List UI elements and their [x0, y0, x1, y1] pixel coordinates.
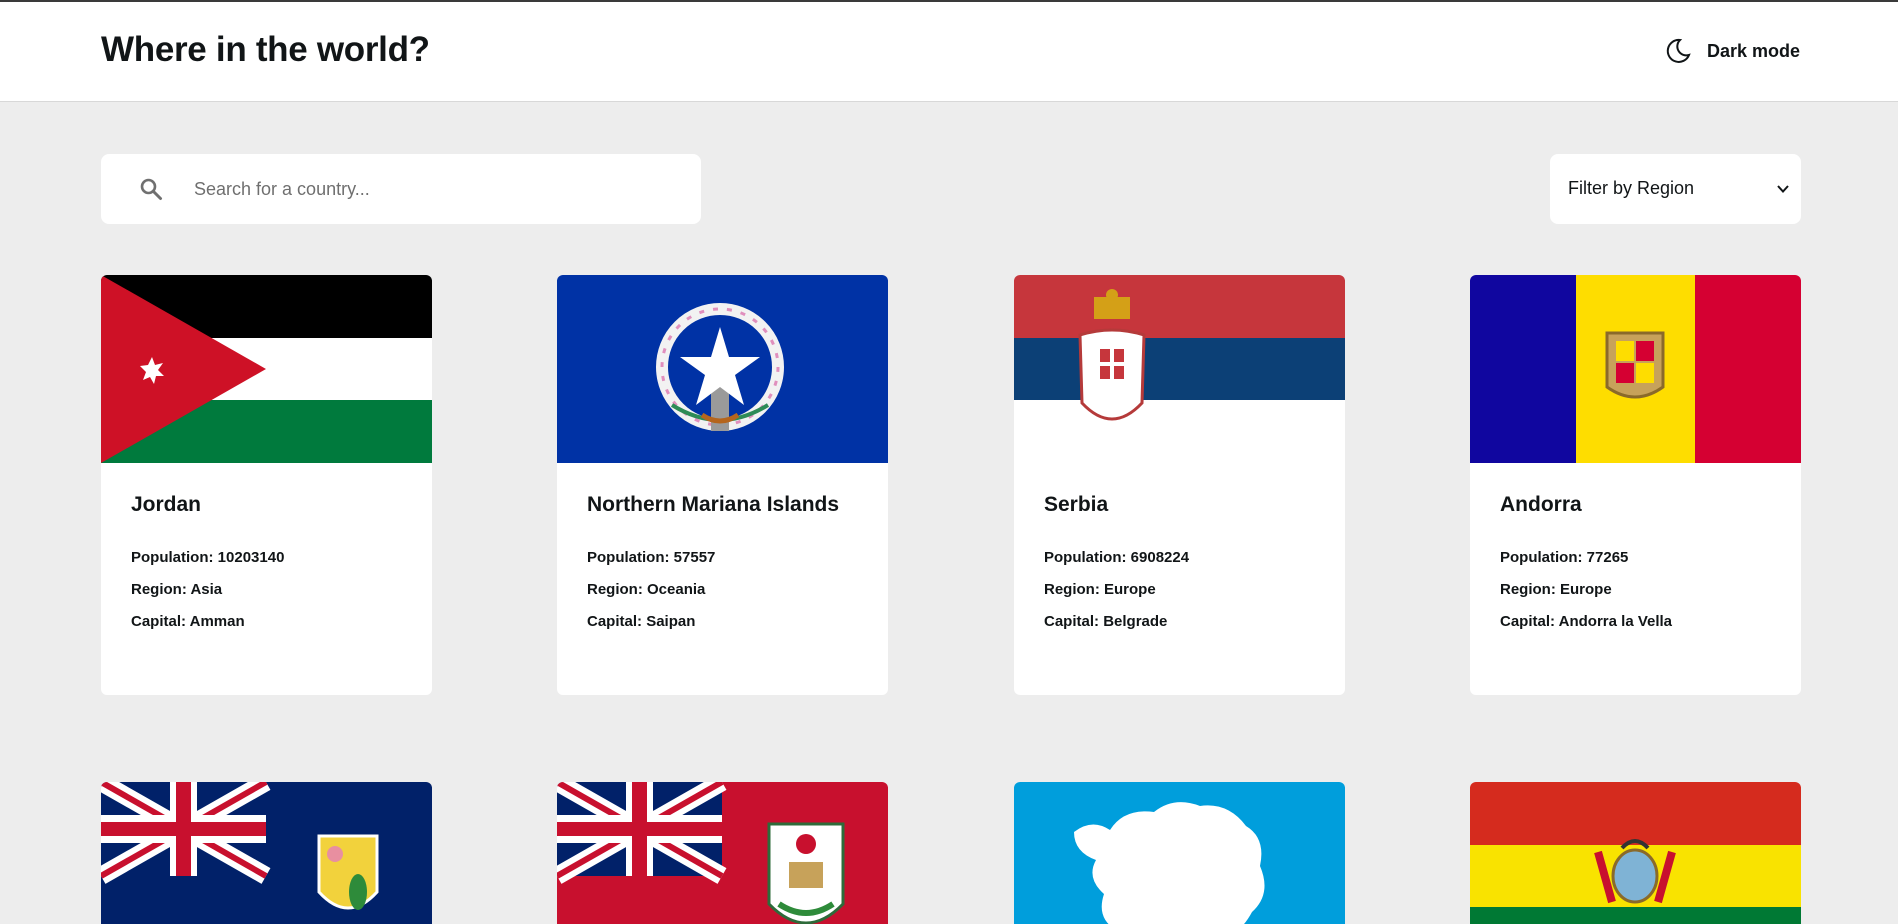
- country-name: Northern Mariana Islands: [587, 493, 840, 516]
- region-stat: Region: Asia: [131, 581, 223, 598]
- search-box: [101, 154, 701, 224]
- chevron-down-icon: [1777, 185, 1789, 193]
- moon-icon: [1666, 38, 1691, 63]
- capital-stat: Capital: Amman: [131, 613, 245, 630]
- region-stat: Region: Oceania: [587, 581, 706, 598]
- population-stat: Population: 6908224: [1044, 549, 1190, 566]
- serbia-flag: [1014, 275, 1345, 463]
- search-icon: [140, 178, 162, 200]
- country-name: Jordan: [131, 493, 202, 516]
- country-card-bermuda[interactable]: [557, 782, 888, 924]
- bermuda-flag: [557, 782, 888, 924]
- region-stat: Region: Europe: [1500, 581, 1612, 598]
- country-card-bolivia[interactable]: [1470, 782, 1801, 924]
- country-name: Andorra: [1500, 493, 1582, 516]
- bolivia-flag: [1470, 782, 1801, 924]
- top-bar: Where in the world? Dark mode: [0, 2, 1898, 102]
- region-stat: Region: Europe: [1044, 581, 1156, 598]
- population-stat: Population: 57557: [587, 549, 716, 566]
- search-input[interactable]: [194, 172, 674, 206]
- country-card-antarctica[interactable]: [1014, 782, 1345, 924]
- capital-stat: Capital: Belgrade: [1044, 613, 1168, 630]
- region-filter-select[interactable]: Filter by Region: [1550, 154, 1801, 224]
- country-card-serbia[interactable]: Serbia Population: 6908224 Region: Europ…: [1014, 275, 1345, 695]
- turks-and-caicos-flag: [101, 782, 432, 924]
- antarctica-flag: [1014, 782, 1345, 924]
- dark-mode-label: Dark mode: [1707, 40, 1801, 61]
- app-title: Where in the world?: [101, 30, 430, 69]
- country-card-andorra[interactable]: Andorra Population: 77265 Region: Europe…: [1470, 275, 1801, 695]
- country-name: Serbia: [1044, 493, 1109, 516]
- andorra-flag: [1470, 275, 1801, 463]
- northern-mariana-islands-flag: [557, 275, 888, 463]
- country-card-turks-and-caicos[interactable]: [101, 782, 432, 924]
- population-stat: Population: 77265: [1500, 549, 1629, 566]
- jordan-flag: [101, 275, 432, 463]
- dark-mode-toggle[interactable]: Dark mode: [1663, 36, 1800, 66]
- region-filter-label: Filter by Region: [1568, 178, 1695, 198]
- capital-stat: Capital: Andorra la Vella: [1500, 613, 1673, 630]
- capital-stat: Capital: Saipan: [587, 613, 696, 630]
- population-stat: Population: 10203140: [131, 549, 285, 566]
- country-card-jordan[interactable]: Jordan Population: 10203140 Region: Asia…: [101, 275, 432, 695]
- country-card-northern-mariana-islands[interactable]: Northern Mariana Islands Population: 575…: [557, 275, 888, 695]
